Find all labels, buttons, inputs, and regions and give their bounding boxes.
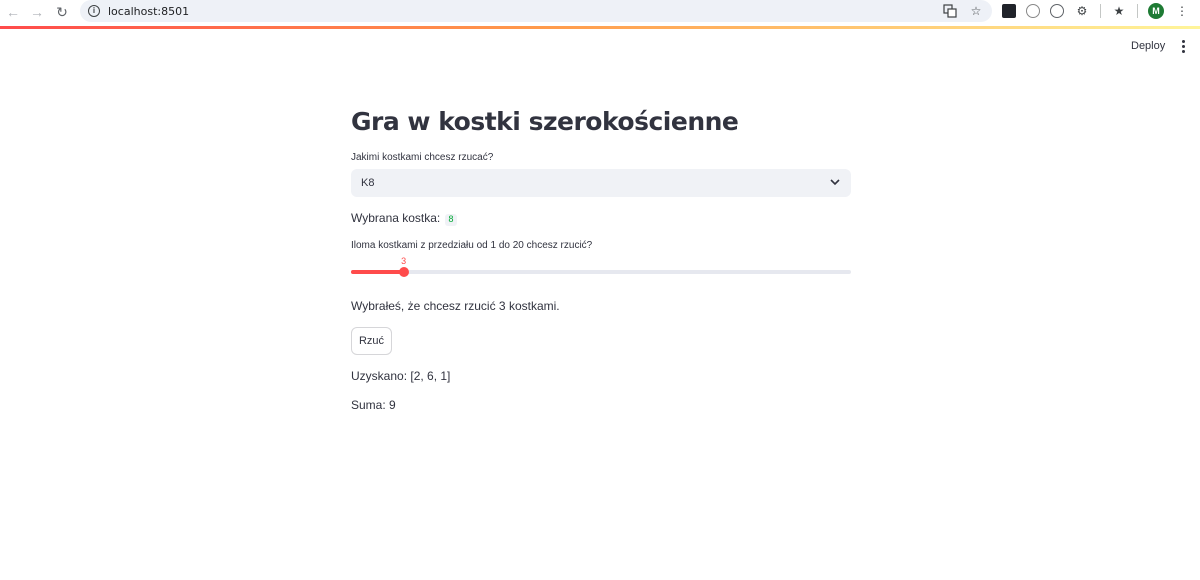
browser-menu-icon[interactable]: ⋮ [1174,3,1190,19]
address-bar[interactable]: i localhost:8501 ☆ [80,0,992,22]
extensions-puzzle-icon[interactable]: ⚙ [1074,3,1090,19]
slider-thumb[interactable] [398,267,409,277]
dice-select-label: Jakimi kostkami chcesz rzucać? [351,152,494,163]
back-icon[interactable]: ← [2,1,24,23]
main-menu-icon[interactable] [1178,40,1188,56]
site-info-icon[interactable]: i [88,5,100,17]
slider-fill [351,270,404,274]
bookmark-star-icon[interactable]: ☆ [968,3,984,19]
roll-button[interactable]: Rzuć [351,327,392,355]
translate-icon[interactable] [942,3,958,19]
toolbar-separator [1100,4,1101,18]
slider-track[interactable] [351,270,851,274]
extension-circle-icon[interactable] [1050,4,1064,18]
count-slider[interactable]: 3 [351,256,851,286]
slider-value-label: 3 [401,256,407,266]
browser-toolbar: ← → ↻ i localhost:8501 ☆ ⚙ ★ M ⋮ [0,0,1200,24]
dice-select-value: K8 [361,177,375,189]
profile-avatar[interactable]: M [1148,3,1164,19]
toolbar-separator [1137,4,1138,18]
chosen-dice-value: 8 [445,214,457,226]
chosen-dice-row: Wybrana kostka: 8 [351,211,457,226]
dice-select[interactable]: K8 [351,169,851,197]
address-url[interactable]: localhost:8501 [108,5,189,18]
chosen-dice-label: Wybrana kostka: [351,211,441,225]
panda-extension-icon[interactable] [1026,4,1040,18]
reading-list-icon[interactable]: ★ [1111,3,1127,19]
page-title: Gra w kostki szerokościenne [351,107,739,136]
chevron-down-icon [830,179,840,186]
header-decoration-bar [0,26,1200,29]
sum-text: Suma: 9 [351,398,396,412]
count-slider-label: Iloma kostkami z przedziału od 1 do 20 c… [351,240,593,251]
result-text: Uzyskano: [2, 6, 1] [351,369,451,383]
forward-icon[interactable]: → [26,1,48,23]
react-devtools-icon[interactable] [1002,4,1016,18]
chosen-count-text: Wybrałeś, że chcesz rzucić 3 kostkami. [351,299,560,313]
reload-icon[interactable]: ↻ [51,1,73,23]
deploy-button[interactable]: Deploy [1131,40,1165,52]
